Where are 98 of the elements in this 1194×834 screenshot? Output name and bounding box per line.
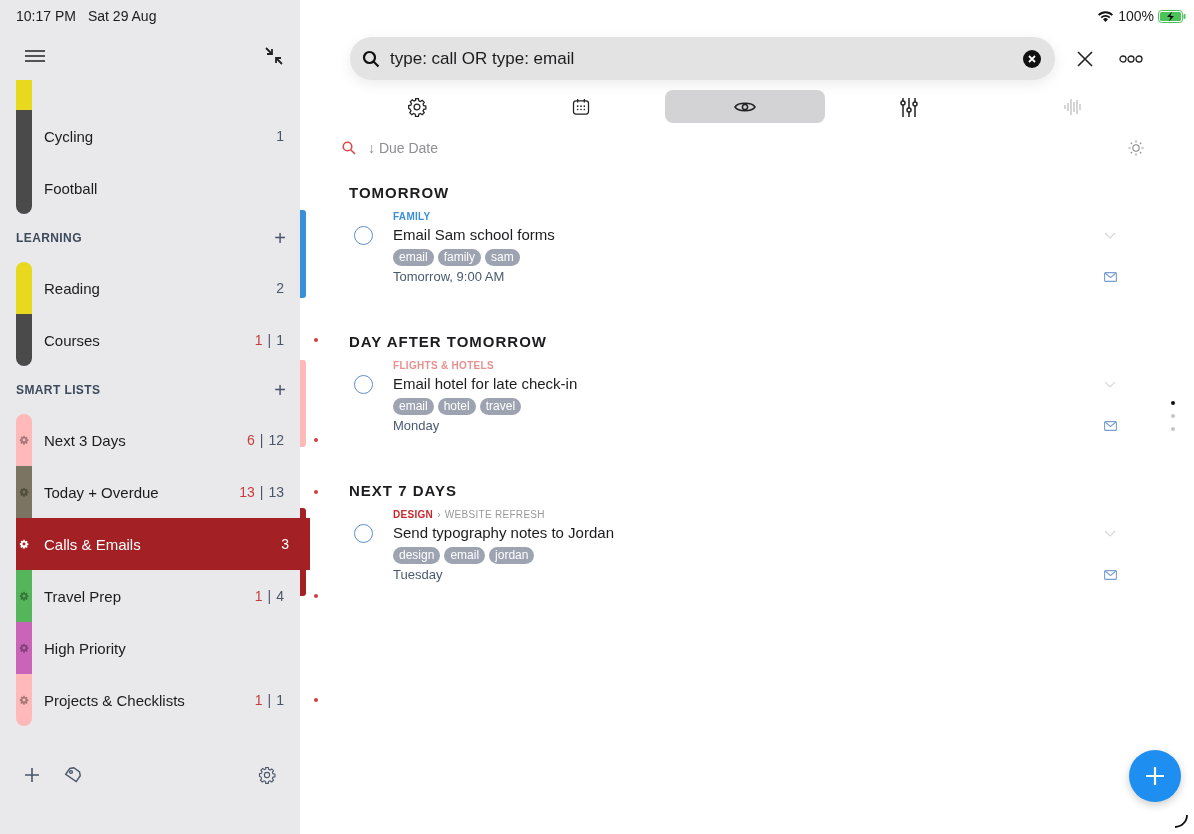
list-name: Football <box>44 179 99 197</box>
wifi-icon <box>1097 10 1115 22</box>
add-button[interactable]: + <box>274 378 286 402</box>
menu-icon[interactable] <box>24 49 46 63</box>
more-icon[interactable] <box>1119 54 1143 63</box>
section-header: TOMORROW <box>349 183 451 203</box>
breadcrumb-separator: › <box>437 508 441 520</box>
overdue-count: 6 <box>247 432 255 448</box>
task-count: 13 <box>268 484 284 500</box>
page-dot[interactable] <box>1171 414 1175 418</box>
battery-percent: 100% <box>1118 8 1154 24</box>
overdue-dot <box>314 490 318 494</box>
sidebar-item[interactable]: Travel Prep 1 | 4 <box>16 570 300 622</box>
task-count: 1 <box>276 128 284 144</box>
gear-icon <box>19 643 29 653</box>
sidebar-item[interactable]: Today + Overdue 13 | 13 <box>16 466 300 518</box>
list-name: Projects & Checklists <box>44 691 186 709</box>
plus-icon <box>1145 766 1165 786</box>
count-separator: | <box>267 588 272 604</box>
list-name: Courses <box>44 331 101 349</box>
waveform-icon <box>1063 96 1083 117</box>
sidebar-item[interactable]: Projects & Checklists 1 | 1 <box>16 674 300 726</box>
task-count: 2 <box>276 280 284 296</box>
list-name: Today + Overdue <box>44 483 160 501</box>
overdue-dot <box>314 338 318 342</box>
battery-charging-icon <box>1158 9 1186 23</box>
task-title[interactable]: Send typography notes to Jordan <box>393 521 1104 545</box>
category-label: DESIGN <box>393 508 434 520</box>
task-count: 1 <box>276 332 284 348</box>
count-separator: | <box>259 432 264 448</box>
list-name: Cycling <box>44 127 95 145</box>
sidebar-item[interactable]: Next 3 Days 6 | 12 <box>16 414 300 466</box>
task-title[interactable]: Email hotel for late check-in <box>393 372 1104 396</box>
page-dot[interactable] <box>1171 401 1175 405</box>
gear-icon <box>19 435 29 445</box>
overdue-dot <box>314 698 318 702</box>
sun-icon[interactable] <box>1128 140 1144 156</box>
gear-icon <box>19 695 29 705</box>
list-name: Calls & Emails <box>44 535 142 553</box>
due-date: Monday <box>393 417 441 435</box>
search-field[interactable]: type: call OR type: email <box>350 37 1055 80</box>
sidebar-item[interactable]: Cycling 1 <box>16 110 300 162</box>
add-button[interactable]: + <box>274 226 286 250</box>
overdue-dot <box>314 594 318 598</box>
count-separator: | <box>259 484 264 500</box>
due-date: Tomorrow, 9:00 AM <box>393 268 506 286</box>
overdue-count: 1 <box>254 332 263 348</box>
search-icon <box>362 49 380 68</box>
list-name: High Priority <box>44 639 127 657</box>
list-name: Reading <box>44 279 101 297</box>
sidebar-item[interactable]: Reading 2 <box>16 262 300 314</box>
search-input[interactable]: type: call OR type: email <box>388 47 1015 70</box>
corner-arc-icon <box>1174 814 1188 828</box>
overdue-count: 1 <box>254 692 263 708</box>
section-header: NEXT 7 DAYS <box>349 481 458 501</box>
count-separator: | <box>267 692 272 708</box>
collapse-icon[interactable] <box>264 46 284 66</box>
list-name: Next 3 Days <box>44 431 127 449</box>
task-title[interactable]: Email Sam school forms <box>393 223 1104 247</box>
gear-icon <box>407 96 427 117</box>
overdue-count: 1 <box>254 588 263 604</box>
mail-icon <box>1104 570 1117 580</box>
section-title: LEARNING <box>16 231 82 245</box>
status-time: 10:17 PM <box>16 8 76 24</box>
status-date: Sat 29 Aug <box>87 8 157 24</box>
sliders-icon <box>899 96 919 117</box>
sidebar-item[interactable]: High Priority <box>16 622 300 674</box>
category-label: FLIGHTS & HOTELS <box>393 359 494 371</box>
add-icon[interactable] <box>24 767 40 783</box>
gear-icon <box>19 591 29 601</box>
gear-icon <box>19 487 29 497</box>
sidebar-item[interactable]: Calls & Emails 3 <box>16 518 310 570</box>
calendar-icon <box>571 96 591 117</box>
task-count: 1 <box>276 692 284 708</box>
category-label: FAMILY <box>393 210 431 222</box>
tag-icon[interactable] <box>64 766 82 784</box>
clear-icon[interactable] <box>1023 49 1041 68</box>
page-dot[interactable] <box>1171 427 1175 431</box>
task-count: 4 <box>276 588 284 604</box>
due-date: Tuesday <box>393 566 444 584</box>
list-name: Travel Prep <box>44 587 122 605</box>
overdue-count: 13 <box>239 484 255 500</box>
count-separator: | <box>267 332 272 348</box>
search-icon[interactable] <box>342 141 356 155</box>
task-count: 3 <box>281 536 289 552</box>
area-label: WEBSITE REFRESH <box>444 508 545 520</box>
task-count: 12 <box>268 432 284 448</box>
settings-icon[interactable] <box>258 766 276 784</box>
add-task-button[interactable] <box>1129 750 1181 802</box>
sidebar-item[interactable]: Courses 1 | 1 <box>16 314 300 366</box>
overdue-dot <box>314 438 318 442</box>
section-title: SMART LISTS <box>16 383 101 397</box>
sidebar-item[interactable]: Football <box>16 162 300 214</box>
mail-icon <box>1104 272 1117 282</box>
mail-icon <box>1104 421 1117 431</box>
section-header: DAY AFTER TOMORROW <box>349 332 548 352</box>
gear-icon <box>19 539 29 549</box>
close-icon[interactable] <box>1075 48 1095 69</box>
